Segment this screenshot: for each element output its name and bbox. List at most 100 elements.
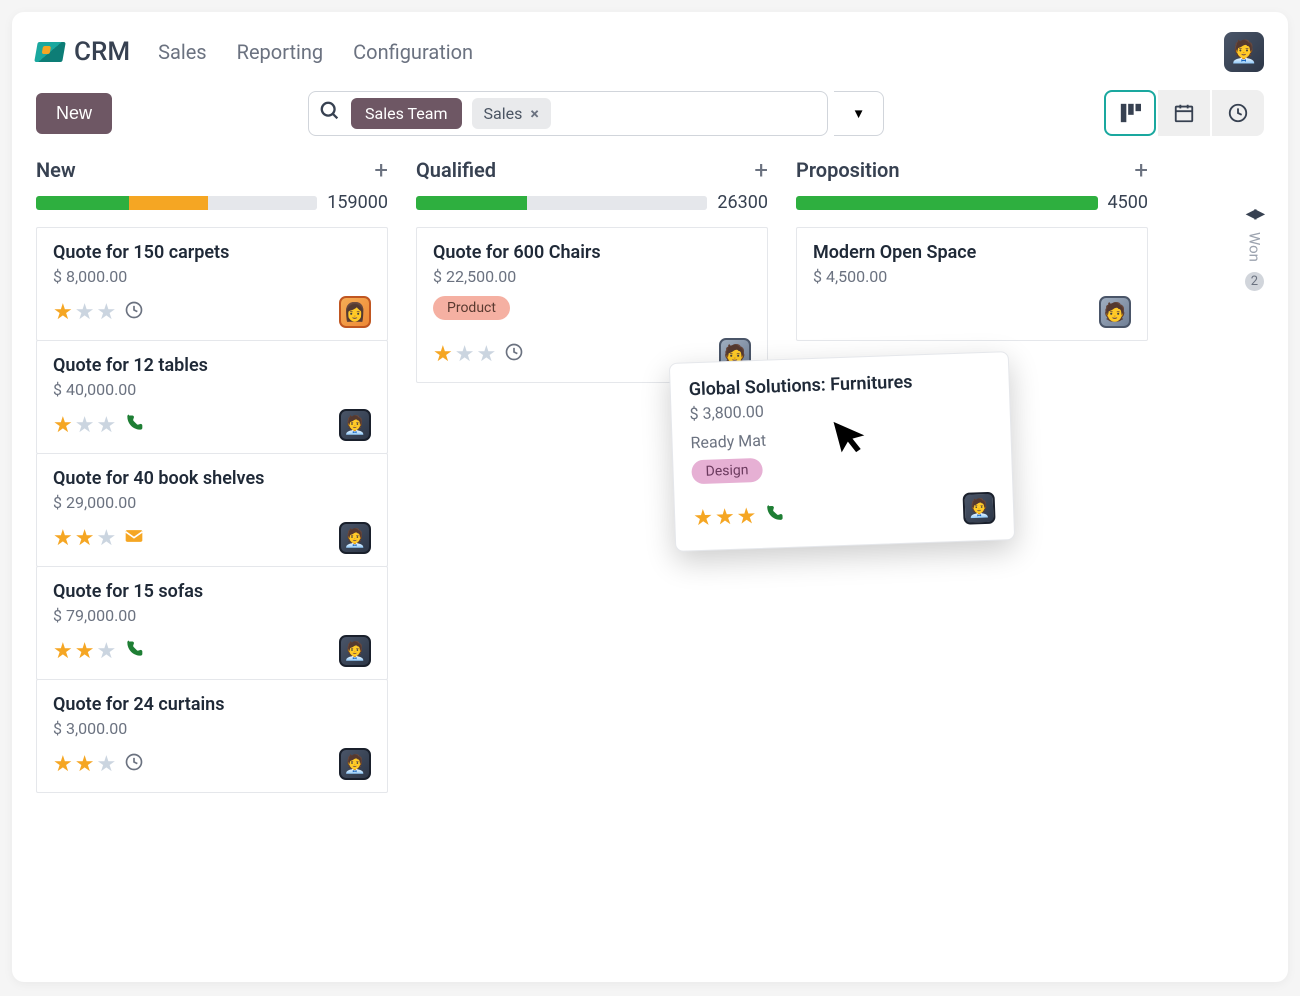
star-icon[interactable]: ★ [96,639,116,664]
kanban-card[interactable]: Quote for 24 curtains$ 3,000.00★★★🧑‍💼 [36,679,388,793]
view-switch [1104,90,1264,136]
search-dropdown-toggle[interactable]: ▼ [834,91,884,136]
column-progress [36,196,317,210]
nav-configuration[interactable]: Configuration [353,40,473,64]
card-amount: $ 3,000.00 [53,719,371,738]
star-icon[interactable]: ★ [53,413,73,438]
card-assignee-avatar[interactable]: 🧑‍💼 [963,492,996,525]
star-icon[interactable]: ★ [53,300,73,325]
card-priority[interactable]: ★★★ [53,413,144,438]
card-title: Quote for 12 tables [53,355,371,376]
collapsed-column-label: Won [1245,232,1263,262]
kanban-column: Proposition+4500Modern Open Space$ 4,500… [796,156,1148,340]
card-priority[interactable]: ★★★ [53,526,144,551]
card-amount: $ 4,500.00 [813,267,1131,286]
view-activity[interactable] [1212,90,1264,136]
card-assignee-avatar[interactable]: 🧑‍💼 [339,409,371,441]
card-amount: $ 40,000.00 [53,380,371,399]
star-icon[interactable]: ★ [75,300,95,325]
add-card-icon[interactable]: + [1134,156,1148,184]
phone-icon[interactable] [124,639,144,664]
search-icon [319,100,341,127]
card-assignee-avatar[interactable]: 🧑 [1099,296,1131,328]
caret-down-icon: ▼ [852,106,865,121]
star-icon[interactable]: ★ [433,342,453,367]
column-title: New [36,158,76,182]
expand-column-icon[interactable]: ◀▶ [1246,206,1264,222]
kanban-card[interactable]: Quote for 150 carpets$ 8,000.00★★★👩 [36,227,388,341]
collapsed-column[interactable]: ◀▶ Won 2 [1245,202,1264,291]
user-avatar[interactable]: 🧑‍💼 [1224,32,1264,72]
card-title: Modern Open Space [813,242,1131,263]
kanban-card[interactable]: Quote for 40 book shelves$ 29,000.00★★★🧑… [36,453,388,567]
phone-icon[interactable] [124,413,144,438]
card-title: Quote for 24 curtains [53,694,371,715]
add-card-icon[interactable]: + [754,156,768,184]
column-total: 159000 [327,192,388,213]
card-priority[interactable]: ★★★ [53,300,144,325]
card-title: Quote for 40 book shelves [53,468,371,489]
star-icon[interactable]: ★ [693,505,714,531]
card-title: Quote for 15 sofas [53,581,371,602]
card-title: Quote for 150 carpets [53,242,371,263]
nav-reporting[interactable]: Reporting [237,40,324,64]
kanban-column: New +159000 Quote for 150 carpets $ 8,000.0… [36,156,388,792]
new-button[interactable]: New [36,93,112,134]
clock-icon[interactable] [504,342,524,367]
star-icon[interactable]: ★ [75,413,95,438]
card-amount: $ 22,500.00 [433,267,751,286]
card-assignee-avatar[interactable]: 👩 [339,296,371,328]
column-progress [796,196,1098,210]
clock-icon[interactable] [124,752,144,777]
remove-filter-icon[interactable]: × [530,104,539,123]
card-assignee-avatar[interactable]: 🧑‍💼 [339,748,371,780]
kanban-board: New +159000 Quote for 150 carpets $ 8,000.0… [36,156,1264,792]
star-icon[interactable]: ★ [53,639,73,664]
search-box[interactable]: Sales Team Sales × [308,91,828,136]
search-chip-filter[interactable]: Sales × [472,98,551,129]
collapsed-column-count: 2 [1245,272,1264,291]
search-chip-filter-label: Sales [484,104,523,123]
star-icon[interactable]: ★ [53,526,73,551]
card-assignee-avatar[interactable]: 🧑‍💼 [339,635,371,667]
star-icon[interactable]: ★ [53,752,73,777]
kanban-card[interactable]: Modern Open Space $ 4,500.00 🧑 [796,227,1148,341]
card-priority[interactable]: ★★★ [693,503,785,531]
card-priority[interactable]: ★★★ [53,639,144,664]
star-icon[interactable]: ★ [96,526,116,551]
brand-home[interactable]: CRM [36,37,130,67]
view-calendar[interactable] [1158,90,1210,136]
card-amount: $ 8,000.00 [53,267,371,286]
star-icon[interactable]: ★ [75,752,95,777]
star-icon[interactable]: ★ [715,504,736,530]
card-tag: Design [691,458,763,484]
card-priority[interactable]: ★★★ [433,342,524,367]
card-priority[interactable]: ★★★ [53,752,144,777]
view-kanban[interactable] [1104,90,1156,136]
search-chip-facet[interactable]: Sales Team [351,98,461,129]
column-progress [416,196,707,210]
brand-title: CRM [74,37,130,67]
star-icon[interactable]: ★ [476,342,496,367]
star-icon[interactable]: ★ [455,342,475,367]
star-icon[interactable]: ★ [96,300,116,325]
star-icon[interactable]: ★ [75,639,95,664]
kanban-card[interactable]: Quote for 600 Chairs$ 22,500.00Product★★… [416,227,768,383]
kanban-card[interactable]: Quote for 12 tables$ 40,000.00★★★🧑‍💼 [36,340,388,454]
card-tag: Product [433,296,510,320]
clock-icon[interactable] [124,300,144,325]
column-title: Proposition [796,158,900,182]
card-amount: $ 79,000.00 [53,606,371,625]
phone-icon[interactable] [764,503,785,529]
kanban-column: Qualified+26300Quote for 600 Chairs$ 22,… [416,156,768,382]
star-icon[interactable]: ★ [75,526,95,551]
mail-icon[interactable] [124,526,144,551]
star-icon[interactable]: ★ [736,504,757,530]
kanban-card[interactable]: Quote for 15 sofas$ 79,000.00★★★🧑‍💼 [36,566,388,680]
card-assignee-avatar[interactable]: 🧑‍💼 [339,522,371,554]
nav-sales[interactable]: Sales [158,40,207,64]
add-card-icon[interactable]: + [374,156,388,184]
star-icon[interactable]: ★ [96,752,116,777]
card-amount: $ 29,000.00 [53,493,371,512]
star-icon[interactable]: ★ [96,413,116,438]
